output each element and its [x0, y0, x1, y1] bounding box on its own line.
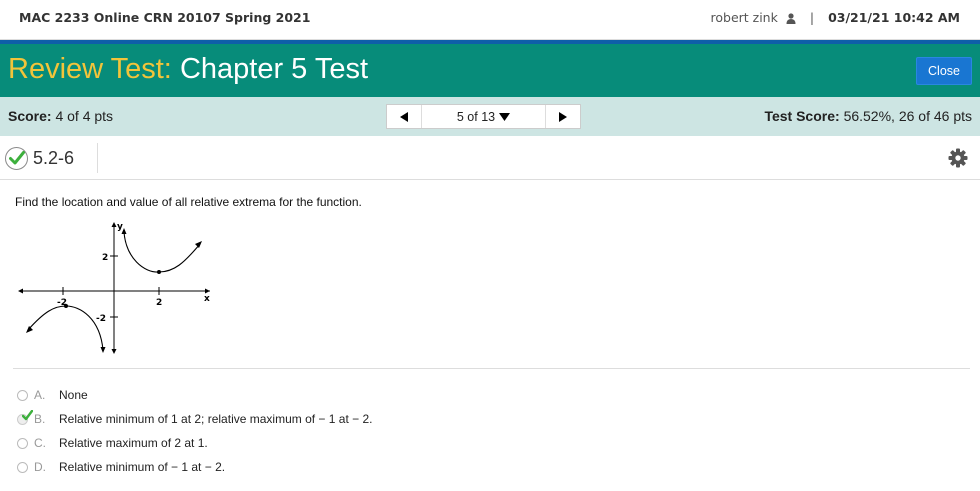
graph-y-axis-arrow-down — [111, 349, 117, 354]
divider — [13, 368, 970, 369]
user-name[interactable]: robert zink — [711, 10, 778, 25]
header-datetime: 03/21/21 10:42 AM — [828, 10, 960, 25]
graph-label-y-pos: 2 — [102, 253, 108, 263]
question-number: 5.2-6 — [33, 147, 75, 168]
graph-curve-right-arrow — [195, 241, 202, 248]
option-text: Relative minimum of − 1 at − 2. — [59, 460, 226, 474]
arrow-right-icon — [559, 111, 567, 122]
question-score: Score: 4 of 4 pts — [8, 108, 113, 124]
previous-question-button[interactable] — [387, 105, 421, 128]
question-position: 5 of 13 — [456, 109, 496, 124]
user-info: robert zink | 03/21/21 10:42 AM — [711, 10, 961, 25]
page-title: Review Test: Chapter 5 Test — [8, 53, 368, 86]
test-score: Test Score: 56.52%, 26 of 46 pts — [764, 108, 972, 124]
graph-label-x: x — [204, 294, 210, 304]
check-circle-icon — [5, 146, 28, 170]
graph-curve-right — [123, 231, 201, 273]
person-icon — [786, 12, 796, 24]
header-separator: | — [809, 10, 815, 25]
score-value: 4 of 4 pts — [55, 108, 114, 124]
option-letter: B. — [34, 412, 46, 426]
graph-curve-left — [27, 305, 104, 351]
check-icon — [22, 409, 33, 420]
graph-label-y: y — [117, 222, 123, 232]
graph-local-max-point — [64, 304, 68, 308]
answer-option-c[interactable]: C. Relative maximum of 2 at 1. — [17, 435, 208, 451]
graph-curve-left-bottom-arrow — [100, 347, 106, 353]
graph-x-axis-arrow-right — [205, 288, 210, 294]
graph-x-axis-arrow-left — [18, 288, 23, 294]
answer-option-d[interactable]: D. Relative minimum of − 1 at − 2. — [17, 459, 225, 475]
graph-label-y-neg: -2 — [96, 314, 106, 324]
test-score-value: 56.52%, 26 of 46 pts — [843, 108, 972, 124]
next-question-button[interactable] — [546, 105, 580, 128]
gear-icon[interactable] — [948, 148, 968, 168]
graph-local-min-point — [157, 270, 161, 274]
score-bar: Score: 4 of 4 pts 5 of 13 Test Score: 56… — [0, 97, 980, 136]
graph-y-axis-arrow-up — [111, 222, 117, 227]
test-score-label: Test Score: — [764, 108, 840, 124]
close-button[interactable]: Close — [916, 57, 972, 85]
course-title: MAC 2233 Online CRN 20107 Spring 2021 — [19, 10, 311, 25]
radio-button[interactable] — [17, 461, 28, 473]
graph-curve-left-arrow — [26, 326, 33, 333]
question-position-dropdown[interactable]: 5 of 13 — [421, 105, 546, 128]
function-graph: y x 2 -2 2 -2 — [18, 222, 210, 354]
page-title-name: Chapter 5 Test — [179, 53, 369, 85]
question-header: 5.2-6 — [0, 136, 980, 180]
answer-option-b[interactable]: B. Relative minimum of 1 at 2; relative … — [17, 409, 373, 427]
radio-button[interactable] — [17, 437, 28, 449]
question-prompt: Find the location and value of all relat… — [15, 195, 362, 209]
arrow-left-icon — [400, 111, 408, 122]
radio-button[interactable] — [17, 389, 28, 401]
score-label: Score: — [8, 108, 52, 124]
page-title-label: Review Test: — [8, 53, 172, 85]
option-letter: A. — [34, 388, 46, 402]
question-navigator: 5 of 13 — [386, 104, 581, 129]
radio-button-selected[interactable] — [17, 409, 33, 425]
option-letter: C. — [34, 436, 46, 450]
top-bar: MAC 2233 Online CRN 20107 Spring 2021 ro… — [0, 0, 980, 40]
option-text: Relative minimum of 1 at 2; relative max… — [59, 412, 373, 426]
option-letter: D. — [34, 460, 46, 474]
graph-label-x-pos: 2 — [156, 298, 162, 308]
dropdown-icon — [499, 112, 511, 121]
option-text: None — [59, 388, 88, 402]
title-bar: Review Test: Chapter 5 Test Close — [0, 40, 980, 97]
option-text: Relative maximum of 2 at 1. — [59, 436, 208, 450]
question-id: 5.2-6 — [5, 143, 98, 173]
answer-option-a[interactable]: A. None — [17, 387, 88, 403]
